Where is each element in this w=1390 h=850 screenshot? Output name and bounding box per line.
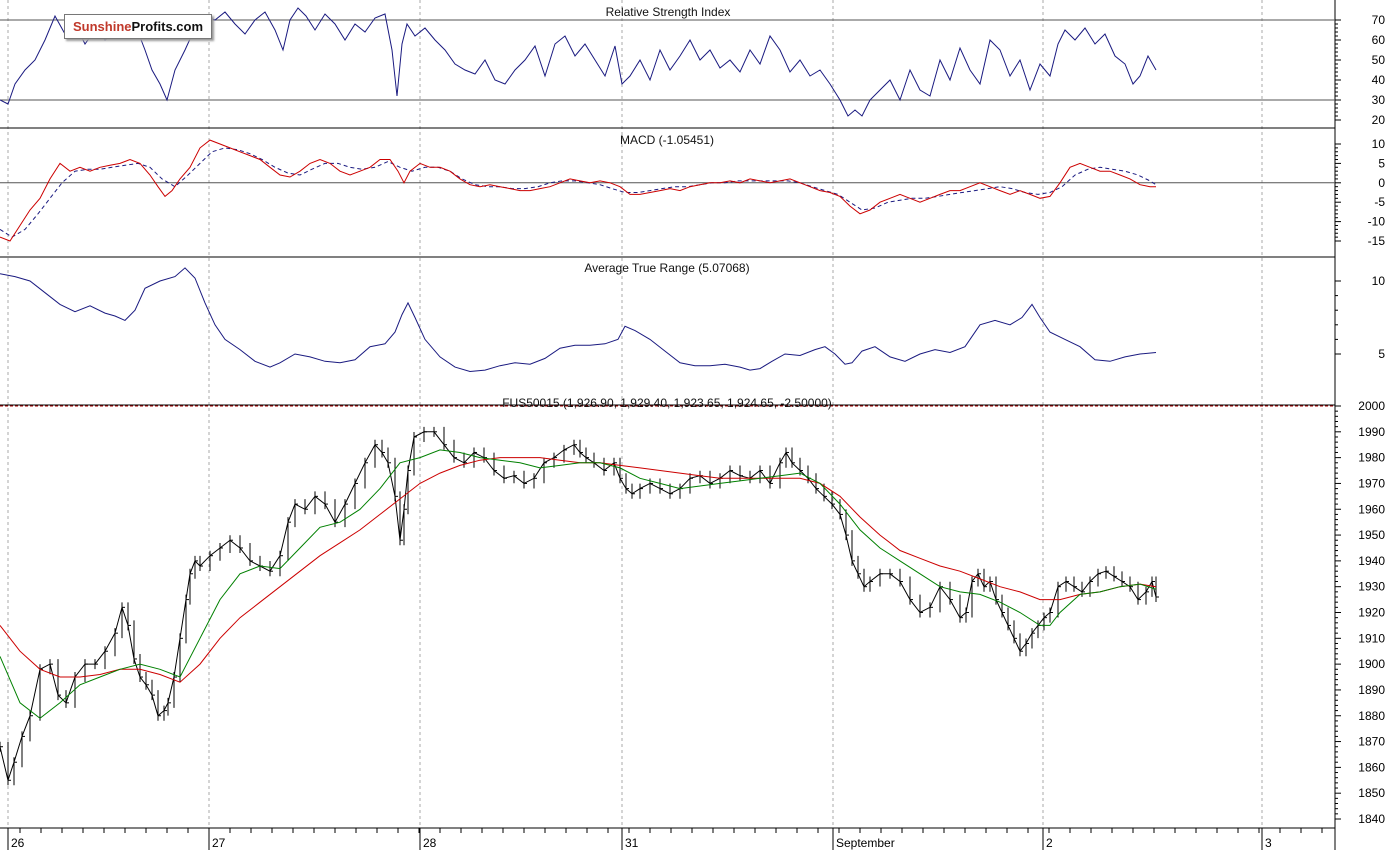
y-tick-label: 0 (1378, 176, 1385, 190)
y-tick-label: 70 (1372, 13, 1386, 27)
price-y-axis: 2000 1990 1980 1970 1960 1950 1940 1930 1920 1910… (0, 399, 1385, 826)
y-tick-label: 1860 (1358, 760, 1385, 774)
y-tick-label: 2000 (1358, 399, 1385, 413)
y-tick-label: 1840 (1358, 812, 1385, 826)
y-tick-label: -15 (1368, 234, 1386, 248)
y-tick-label: 5 (1378, 156, 1385, 170)
y-tick-label: 1980 (1358, 451, 1385, 465)
macd-signal-line (0, 147, 1157, 238)
macd-title: MACD (-1.05451) (619, 133, 715, 147)
x-tick-label: September (836, 836, 895, 850)
logo-part-2: Profits.com (131, 19, 204, 34)
y-tick-label: -5 (1374, 195, 1385, 209)
rsi-title: Relative Strength Index (605, 5, 731, 19)
y-tick-label: 1950 (1358, 528, 1385, 542)
y-tick-label: 20 (1372, 113, 1386, 127)
price-title: FUS50015 (1,926.90, 1,929.40, 1,923.65, … (502, 396, 832, 410)
atr-line (0, 267, 1157, 373)
atr-y-axis: 10 5 (1335, 274, 1385, 361)
y-tick-label: 10 (1372, 274, 1386, 288)
sunshine-profits-logo[interactable]: SunshineProfits.com (64, 14, 212, 39)
price-bars (0, 426, 1159, 786)
macd-y-axis: 10 5 0 -5 -10 -15 (0, 137, 1385, 248)
y-tick-label: 60 (1372, 33, 1386, 47)
y-tick-label: 1910 (1358, 631, 1385, 645)
atr-title: Average True Range (5.07068) (584, 261, 750, 275)
x-tick-label: 31 (625, 836, 639, 850)
x-tick-label: 28 (423, 836, 437, 850)
macd-line (0, 139, 1156, 242)
y-tick-label: 1880 (1358, 709, 1385, 723)
y-tick-label: 30 (1372, 93, 1386, 107)
chart-canvas: 7060504030201050-5-10-151052000199019801… (0, 0, 1386, 850)
logo-part-1: Sunshine (72, 19, 132, 34)
x-tick-label: 26 (11, 836, 25, 850)
price-line (0, 431, 1157, 783)
y-tick-label: 1870 (1358, 735, 1385, 749)
y-tick-label: 1900 (1358, 657, 1385, 671)
x-tick-label: 27 (212, 836, 226, 850)
slow-moving-average (0, 457, 1157, 683)
y-tick-label: 1850 (1358, 786, 1385, 800)
y-tick-label: 1920 (1358, 606, 1385, 620)
y-tick-label: 1930 (1358, 580, 1385, 594)
x-tick-label: 3 (1265, 836, 1272, 850)
x-tick-label: 2 (1046, 836, 1053, 850)
y-tick-label: 1890 (1358, 683, 1385, 697)
y-tick-label: -10 (1368, 215, 1386, 229)
day-separators (7, 0, 1263, 828)
y-tick-label: 5 (1378, 347, 1385, 361)
y-tick-label: 40 (1372, 73, 1386, 87)
y-tick-label: 1940 (1358, 554, 1385, 568)
y-tick-label: 1960 (1358, 502, 1385, 516)
y-tick-label: 1970 (1358, 476, 1385, 490)
x-axis: 26 27 28 31 September 2 3 (0, 827, 1335, 850)
y-tick-label: 1990 (1358, 425, 1385, 439)
y-tick-label: 10 (1372, 137, 1386, 151)
y-tick-label: 50 (1372, 53, 1386, 67)
